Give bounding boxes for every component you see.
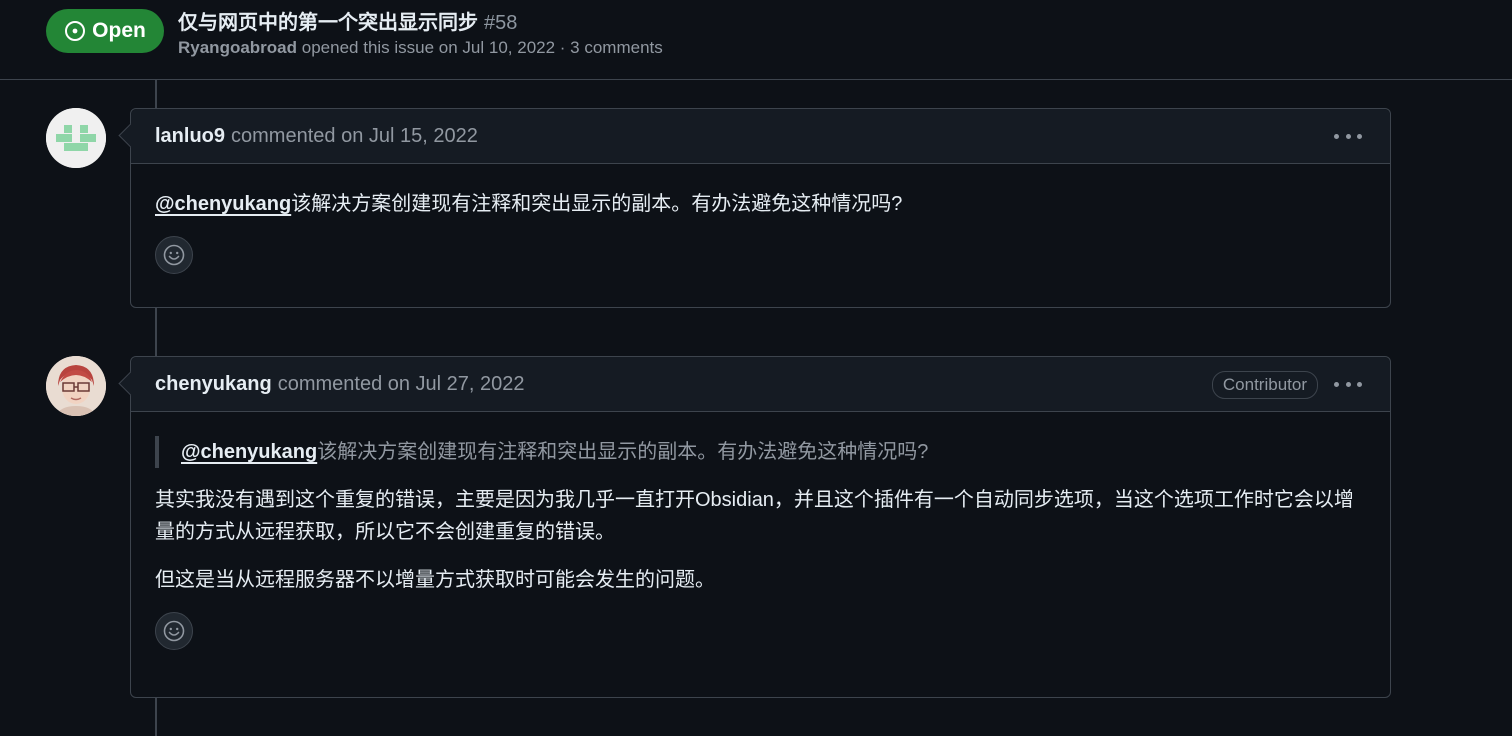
avatar-lanluo9[interactable] [46, 108, 106, 168]
issue-meta-text: opened this issue on Jul 10, 2022 · 3 co… [301, 38, 663, 57]
issue-opened-icon [65, 21, 86, 41]
comment-more-button[interactable] [1334, 123, 1362, 149]
contributor-badge: Contributor [1211, 371, 1318, 399]
smiley-icon [163, 620, 185, 642]
comment-body: @chenyukang该解决方案创建现有注释和突出显示的副本。有办法避免这种情况… [131, 412, 1390, 650]
smiley-icon [163, 244, 185, 266]
user-mention-link[interactable]: @chenyukang [155, 193, 291, 215]
identicon-avatar [46, 108, 106, 168]
user-mention-link[interactable]: @chenyukang [181, 441, 317, 463]
issue-author-link[interactable]: Ryangoabroad [178, 38, 297, 57]
issue-header: Open 仅与网页中的第一个突出显示同步 #58 Ryangoabroad ope… [0, 0, 1512, 80]
add-reaction-button[interactable] [155, 612, 193, 650]
comment-chenyukang: chenyukang commented on Jul 27, 2022 Con… [118, 356, 1391, 698]
comment-paragraph-2: 但这是当从远程服务器不以增量方式获取时可能会发生的问题。 [155, 569, 715, 591]
portrait-avatar [46, 356, 106, 416]
quoted-reply: @chenyukang该解决方案创建现有注释和突出显示的副本。有办法避免这种情况… [155, 436, 1366, 468]
comment-author-link[interactable]: chenyukang [155, 373, 272, 396]
avatar-chenyukang[interactable] [46, 356, 106, 416]
issue-number: #58 [484, 12, 518, 34]
comment-header: lanluo9 commented on Jul 15, 2022 [131, 109, 1390, 164]
issue-state-badge: Open [46, 9, 164, 53]
comment-text: @chenyukang该解决方案创建现有注释和突出显示的副本。有办法避免这种情况… [155, 193, 903, 215]
issue-title-text: 仅与网页中的第一个突出显示同步 [178, 12, 478, 34]
issue-title: 仅与网页中的第一个突出显示同步 #58 [178, 6, 517, 35]
comment-more-button[interactable] [1334, 371, 1362, 397]
issue-state-label: Open [92, 19, 146, 42]
comment-lanluo9: lanluo9 commented on Jul 15, 2022 @cheny… [118, 108, 1391, 308]
comment-header: chenyukang commented on Jul 27, 2022 Con… [131, 357, 1390, 412]
kebab-horizontal-icon [1334, 133, 1339, 139]
comment-timestamp[interactable]: commented on Jul 27, 2022 [278, 373, 525, 396]
add-reaction-button[interactable] [155, 236, 193, 274]
comment-body: @chenyukang该解决方案创建现有注释和突出显示的副本。有办法避免这种情况… [131, 164, 1390, 274]
kebab-horizontal-icon [1334, 381, 1339, 387]
comment-author-link[interactable]: lanluo9 [155, 125, 225, 148]
comment-timestamp[interactable]: commented on Jul 15, 2022 [231, 125, 478, 148]
comment-paragraph-1: 其实我没有遇到这个重复的错误，主要是因为我几乎一直打开Obsidian，并且这个… [155, 489, 1354, 543]
issue-meta: Ryangoabroad opened this issue on Jul 10… [178, 38, 663, 58]
